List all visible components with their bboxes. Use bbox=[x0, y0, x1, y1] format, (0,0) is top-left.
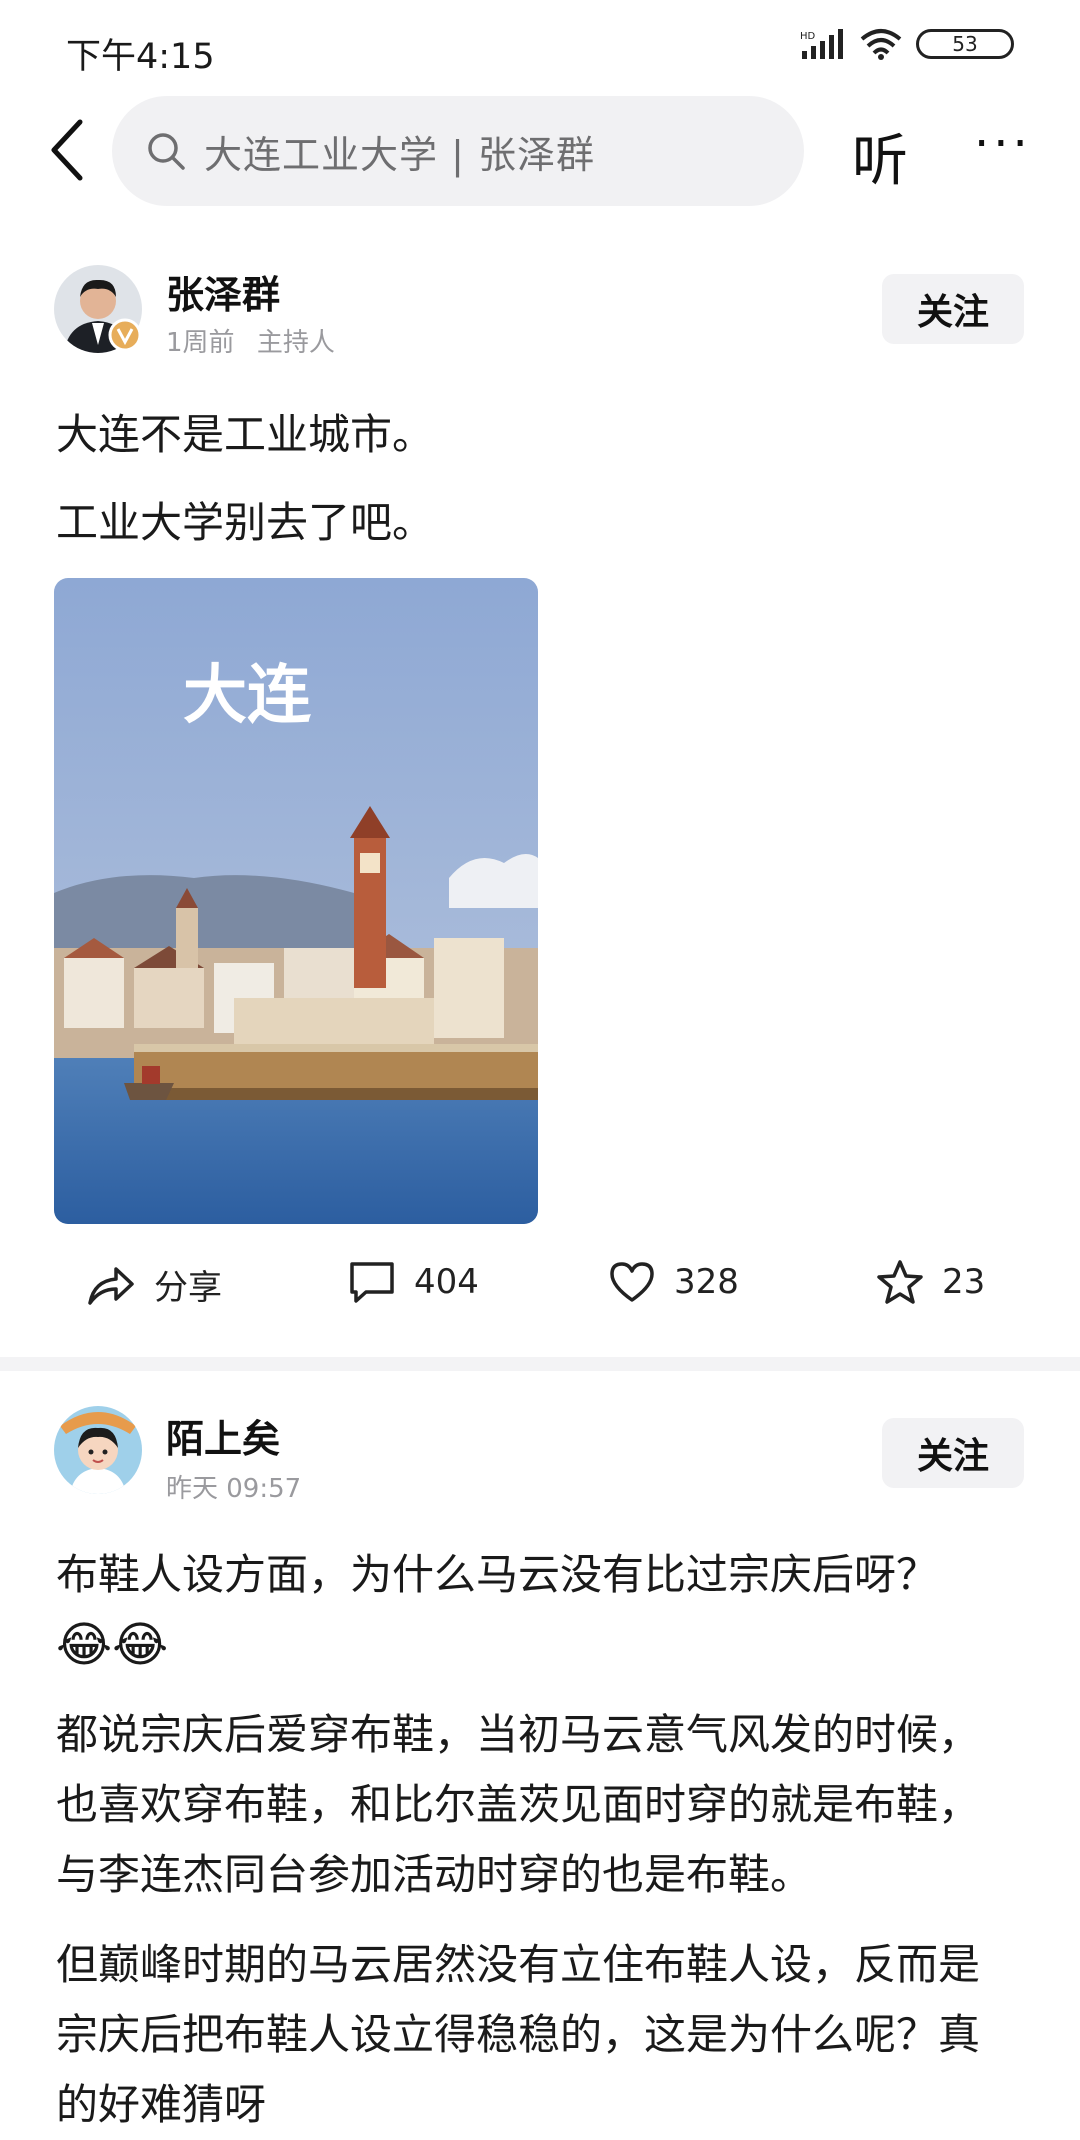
like-count: 328 bbox=[674, 1262, 739, 1302]
follow-button[interactable]: 关注 bbox=[882, 1418, 1024, 1488]
comment-icon bbox=[350, 1262, 394, 1303]
post-text-line: 大连不是工业城市。 bbox=[56, 410, 435, 459]
search-icon bbox=[148, 133, 185, 170]
follow-button[interactable]: 关注 bbox=[882, 274, 1024, 344]
favorite-count: 23 bbox=[942, 1262, 986, 1302]
post-time: 昨天 09:57 bbox=[166, 1474, 302, 1504]
author-name[interactable]: 陌上矣 bbox=[166, 1408, 280, 1463]
post-meta: 1周前 主持人 bbox=[166, 322, 335, 359]
post-text-line: 布鞋人设方面，为什么马云没有比过宗庆后呀？ bbox=[56, 1550, 939, 1599]
dalian-harbor-image: 大连 bbox=[54, 578, 538, 1224]
comment-count: 404 bbox=[414, 1262, 479, 1302]
signal-icon: HD bbox=[800, 29, 843, 59]
comment-button[interactable]: 404 bbox=[348, 1260, 479, 1304]
heart-icon bbox=[610, 1262, 654, 1302]
status-time: 下午4:15 bbox=[66, 37, 215, 77]
like-button[interactable]: 328 bbox=[608, 1260, 739, 1304]
post-text-line: 工业大学别去了吧。 bbox=[56, 498, 435, 547]
post-text-line: 的好难猜呀 bbox=[56, 2080, 267, 2129]
listen-button[interactable]: 听 bbox=[852, 116, 908, 197]
svg-text:HD: HD bbox=[800, 31, 816, 42]
verified-badge-icon bbox=[108, 318, 142, 352]
share-button[interactable]: 分享 bbox=[86, 1260, 222, 1309]
star-icon bbox=[877, 1260, 923, 1304]
wifi-icon bbox=[860, 29, 902, 60]
back-arrow-icon[interactable] bbox=[44, 118, 94, 182]
image-caption: 大连 bbox=[183, 659, 311, 733]
author-name[interactable]: 张泽群 bbox=[166, 264, 280, 319]
more-options-button[interactable]: ··· bbox=[974, 116, 1032, 172]
emoji-line: 😂😂 bbox=[56, 1617, 169, 1673]
post-text-line: 但巅峰时期的马云居然没有立住布鞋人设，反而是 bbox=[56, 1940, 981, 1989]
post-text-line: 宗庆后把布鞋人设立得稳稳的，这是为什么呢？真 bbox=[56, 2010, 981, 2059]
author-avatar[interactable] bbox=[54, 1406, 142, 1494]
favorite-button[interactable]: 23 bbox=[876, 1258, 985, 1306]
share-label: 分享 bbox=[154, 1268, 222, 1308]
status-icons: HD 53 bbox=[800, 28, 1014, 60]
avatar-cartoon bbox=[54, 1406, 142, 1494]
search-bar[interactable]: 大连工业大学 | 张泽群 bbox=[112, 96, 804, 206]
post-divider bbox=[0, 1357, 1080, 1371]
post-text-line: 都说宗庆后爱穿布鞋，当初马云意气风发的时候， bbox=[56, 1710, 981, 1759]
post-image[interactable]: 大连 bbox=[54, 578, 538, 1224]
share-icon bbox=[88, 1266, 134, 1305]
search-query: 大连工业大学 | 张泽群 bbox=[204, 132, 595, 177]
author-role: 主持人 bbox=[256, 328, 335, 358]
post-time: 1周前 bbox=[166, 328, 235, 358]
post-text-line: 与李连杰同台参加活动时穿的也是布鞋。 bbox=[56, 1850, 813, 1899]
battery-indicator: 53 bbox=[916, 29, 1014, 59]
post-text-line: 也喜欢穿布鞋，和比尔盖茨见面时穿的就是布鞋， bbox=[56, 1780, 981, 1829]
